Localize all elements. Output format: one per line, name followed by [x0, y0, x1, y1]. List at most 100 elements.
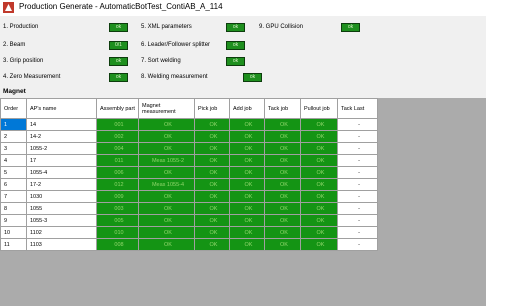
cell-pick-job[interactable]: OK	[194, 214, 230, 227]
cell-magnet-measurement[interactable]: OK	[138, 226, 195, 239]
cell-add-job[interactable]: OK	[229, 178, 265, 191]
cell-assembly-part[interactable]: 003	[96, 202, 139, 215]
cell-assembly-part[interactable]: 005	[96, 214, 139, 227]
cell-ap-name[interactable]: 17	[26, 154, 97, 167]
cell-assembly-part[interactable]: 012	[96, 178, 139, 191]
cell-add-job[interactable]: OK	[229, 130, 265, 143]
cell-pullout-job[interactable]: OK	[300, 238, 338, 251]
cell-magnet-measurement[interactable]: OK	[138, 142, 195, 155]
cell-assembly-part[interactable]: 006	[96, 166, 139, 179]
cell-add-job[interactable]: OK	[229, 166, 265, 179]
col-header-pick-job[interactable]: Pick job	[194, 98, 230, 119]
cell-magnet-measurement[interactable]: OK	[138, 202, 195, 215]
cell-add-job[interactable]: OK	[229, 226, 265, 239]
cell-assembly-part[interactable]: 002	[96, 130, 139, 143]
col-header-ap-name[interactable]: AP's name	[26, 98, 97, 119]
cell-tack-last[interactable]: -	[337, 166, 378, 179]
cell-pullout-job[interactable]: OK	[300, 190, 338, 203]
cell-assembly-part[interactable]: 001	[96, 118, 139, 131]
table-row[interactable]: 11 1103 008 OK OK OK OK OK -	[0, 238, 378, 251]
cell-tack-job[interactable]: OK	[264, 190, 301, 203]
table-row[interactable]: 8 1055 003 OK OK OK OK OK -	[0, 202, 378, 215]
cell-magnet-measurement[interactable]: OK	[138, 130, 195, 143]
cell-tack-last[interactable]: -	[337, 178, 378, 191]
cell-pullout-job[interactable]: OK	[300, 202, 338, 215]
cell-order[interactable]: 6	[0, 178, 27, 191]
cell-order[interactable]: 3	[0, 142, 27, 155]
table-row[interactable]: 2 14-2 002 OK OK OK OK OK -	[0, 130, 378, 143]
cell-assembly-part[interactable]: 010	[96, 226, 139, 239]
cell-order[interactable]: 2	[0, 130, 27, 143]
table-row[interactable]: 3 1055-2 004 OK OK OK OK OK -	[0, 142, 378, 155]
cell-add-job[interactable]: OK	[229, 214, 265, 227]
cell-pullout-job[interactable]: OK	[300, 154, 338, 167]
cell-add-job[interactable]: OK	[229, 154, 265, 167]
cell-ap-name[interactable]: 1055-2	[26, 142, 97, 155]
step-status-zero-measurement[interactable]: ok	[109, 73, 128, 82]
col-header-tack-last[interactable]: Tack Last	[337, 98, 378, 119]
cell-tack-last[interactable]: -	[337, 118, 378, 131]
table-row[interactable]: 9 1055-3 005 OK OK OK OK OK -	[0, 214, 378, 227]
cell-pick-job[interactable]: OK	[194, 202, 230, 215]
cell-ap-name[interactable]: 1055-3	[26, 214, 97, 227]
cell-ap-name[interactable]: 14-2	[26, 130, 97, 143]
cell-magnet-measurement[interactable]: OK	[138, 238, 195, 251]
col-header-magnet-measurement[interactable]: Magnet measurement	[138, 98, 195, 119]
cell-pullout-job[interactable]: OK	[300, 226, 338, 239]
cell-ap-name[interactable]: 14	[26, 118, 97, 131]
cell-tack-last[interactable]: -	[337, 154, 378, 167]
table-row[interactable]: 1 14 001 OK OK OK OK OK -	[0, 118, 378, 131]
col-header-tack-job[interactable]: Tack job	[264, 98, 301, 119]
cell-order[interactable]: 7	[0, 190, 27, 203]
step-status-gpu-collision[interactable]: ok	[341, 23, 360, 32]
cell-order[interactable]: 11	[0, 238, 27, 251]
cell-tack-job[interactable]: OK	[264, 166, 301, 179]
cell-tack-job[interactable]: OK	[264, 214, 301, 227]
cell-assembly-part[interactable]: 011	[96, 154, 139, 167]
cell-add-job[interactable]: OK	[229, 118, 265, 131]
cell-pullout-job[interactable]: OK	[300, 118, 338, 131]
cell-pick-job[interactable]: OK	[194, 226, 230, 239]
table-row[interactable]: 7 1030 009 OK OK OK OK OK -	[0, 190, 378, 203]
step-status-beam[interactable]: 0/1	[109, 41, 128, 50]
cell-magnet-measurement[interactable]: Meas 1055-2	[138, 154, 195, 167]
cell-tack-job[interactable]: OK	[264, 142, 301, 155]
cell-order[interactable]: 1	[0, 118, 27, 131]
cell-tack-job[interactable]: OK	[264, 178, 301, 191]
cell-add-job[interactable]: OK	[229, 142, 265, 155]
cell-magnet-measurement[interactable]: Meas 1055-4	[138, 178, 195, 191]
cell-ap-name[interactable]: 1055	[26, 202, 97, 215]
cell-pick-job[interactable]: OK	[194, 142, 230, 155]
cell-tack-job[interactable]: OK	[264, 202, 301, 215]
cell-pick-job[interactable]: OK	[194, 154, 230, 167]
step-status-sort-welding[interactable]: ok	[226, 57, 245, 66]
cell-add-job[interactable]: OK	[229, 238, 265, 251]
cell-pullout-job[interactable]: OK	[300, 130, 338, 143]
cell-assembly-part[interactable]: 008	[96, 238, 139, 251]
cell-assembly-part[interactable]: 004	[96, 142, 139, 155]
cell-tack-job[interactable]: OK	[264, 118, 301, 131]
table-row[interactable]: 10 1102 010 OK OK OK OK OK -	[0, 226, 378, 239]
cell-pick-job[interactable]: OK	[194, 238, 230, 251]
cell-tack-last[interactable]: -	[337, 142, 378, 155]
table-row[interactable]: 5 1055-4 006 OK OK OK OK OK -	[0, 166, 378, 179]
cell-magnet-measurement[interactable]: OK	[138, 214, 195, 227]
cell-order[interactable]: 4	[0, 154, 27, 167]
cell-pick-job[interactable]: OK	[194, 190, 230, 203]
step-status-leader-follower-splitter[interactable]: ok	[226, 41, 245, 50]
table-row[interactable]: 4 17 011 Meas 1055-2 OK OK OK OK -	[0, 154, 378, 167]
cell-ap-name[interactable]: 1102	[26, 226, 97, 239]
cell-tack-last[interactable]: -	[337, 190, 378, 203]
cell-pick-job[interactable]: OK	[194, 118, 230, 131]
cell-magnet-measurement[interactable]: OK	[138, 118, 195, 131]
cell-ap-name[interactable]: 1030	[26, 190, 97, 203]
col-header-order[interactable]: Order	[0, 98, 27, 119]
cell-assembly-part[interactable]: 009	[96, 190, 139, 203]
cell-ap-name[interactable]: 1055-4	[26, 166, 97, 179]
cell-tack-last[interactable]: -	[337, 130, 378, 143]
cell-pullout-job[interactable]: OK	[300, 178, 338, 191]
col-header-pullout-job[interactable]: Pullout job	[300, 98, 338, 119]
cell-order[interactable]: 10	[0, 226, 27, 239]
step-status-grip-position[interactable]: ok	[109, 57, 128, 66]
cell-order[interactable]: 8	[0, 202, 27, 215]
